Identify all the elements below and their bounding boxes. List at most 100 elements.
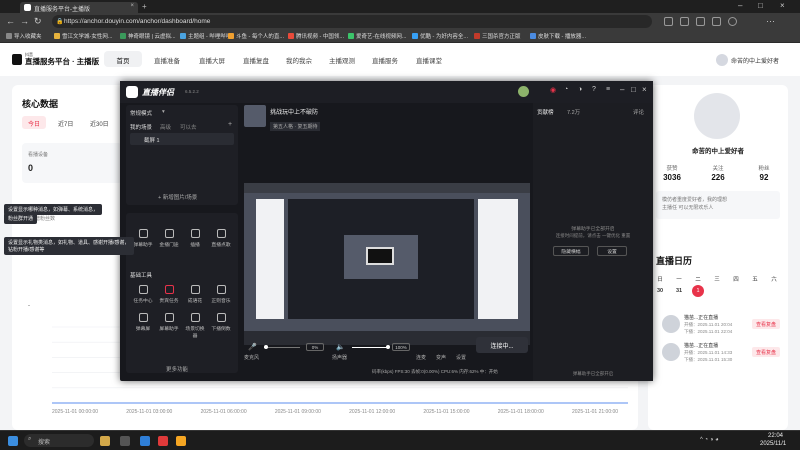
bookmark-item[interactable]: 雪江文学城-女性网... — [54, 32, 112, 40]
taskview-icon[interactable] — [120, 436, 130, 446]
nav-item[interactable]: 直播准备 — [154, 55, 180, 65]
tool-insert[interactable]: 插播 — [184, 229, 206, 248]
close-window-icon[interactable]: × — [780, 1, 785, 10]
minimize-icon[interactable]: – — [738, 1, 742, 10]
nav-item[interactable]: 直播课堂 — [416, 55, 442, 65]
profile-icon[interactable] — [728, 17, 737, 26]
collections-icon[interactable] — [696, 17, 705, 26]
tool-screen[interactable]: 弹幕屏 — [132, 313, 154, 332]
refresh-icon[interactable]: ↻ — [34, 16, 42, 27]
windows-start-icon[interactable] — [8, 436, 18, 446]
user-name[interactable]: 命苦的中上爱好者 — [731, 56, 779, 65]
extension-icon[interactable] — [664, 17, 673, 26]
mic-icon[interactable]: 🎤 — [248, 343, 257, 351]
notification-icon[interactable]: ◉ — [550, 86, 556, 94]
edge-icon[interactable] — [140, 436, 150, 446]
nav-item[interactable]: 直播复盘 — [243, 55, 269, 65]
more-tools-button[interactable]: 更多功能 — [166, 365, 188, 373]
back-icon[interactable]: ← — [6, 16, 15, 26]
tool-song[interactable]: 直播点歌 — [210, 229, 232, 248]
minimize-icon[interactable]: – — [620, 85, 624, 94]
hide-banner-button[interactable]: 隐藏横幅 — [553, 246, 589, 256]
scene-tab[interactable]: 可以去 — [180, 123, 197, 131]
chevron-down-icon[interactable]: ▾ — [162, 109, 165, 115]
voice-change-button[interactable]: 变声 — [436, 354, 446, 361]
stream-cover[interactable] — [244, 105, 266, 127]
filter-today[interactable]: 今日 — [22, 116, 47, 129]
bookmark-item[interactable]: 导入收藏夹 — [6, 32, 42, 40]
scene-tab[interactable]: 我的场景 — [130, 123, 152, 131]
mic-slider[interactable] — [264, 345, 300, 349]
nav-item[interactable]: 直播服务 — [372, 55, 398, 65]
comment-tab[interactable]: 评论 — [633, 108, 644, 116]
split-icon[interactable] — [712, 17, 721, 26]
speaker-percent[interactable]: 100% — [392, 343, 410, 351]
tool-music[interactable]: 正则音乐 — [210, 285, 232, 304]
tool-danmu[interactable]: 弹幕助手 — [132, 229, 154, 248]
skin-icon[interactable]: ◑ — [578, 86, 582, 93]
tool-assist[interactable]: 屏幕助手 — [158, 313, 180, 332]
widget-icon[interactable] — [100, 436, 110, 446]
nav-item[interactable]: 主播观测 — [329, 55, 355, 65]
mic-percent[interactable]: 0% — [306, 343, 324, 351]
new-tab-icon[interactable]: + — [142, 2, 147, 11]
maximize-icon[interactable]: □ — [631, 85, 636, 94]
browser-tab[interactable]: 直播服务平台-主播版 × — [20, 2, 138, 13]
favorites-icon[interactable] — [680, 17, 689, 26]
scene-item[interactable]: 截屏 1 — [130, 133, 234, 145]
metric-card[interactable]: 看播设备 0 — [22, 143, 122, 183]
settings-button[interactable]: 设置 — [456, 354, 466, 361]
tool-vip[interactable]: 贵宾任务 — [158, 285, 180, 304]
user-avatar[interactable] — [518, 86, 529, 97]
speaker-slider[interactable] — [352, 345, 390, 349]
scene-tab[interactable]: 高级 — [160, 123, 171, 131]
filter-7d[interactable]: 近7日 — [52, 116, 79, 129]
filter-30d[interactable]: 近30日 — [84, 116, 115, 129]
tool-scene-switch[interactable]: 场景切换器 — [184, 313, 206, 339]
maximize-icon[interactable]: □ — [758, 1, 763, 10]
connect-button[interactable]: 连麦 — [416, 354, 426, 361]
app-icon[interactable] — [158, 436, 168, 446]
bookmark-item[interactable]: 优酷 - 为好内容全... — [412, 32, 468, 40]
mode-select[interactable]: 常规模式 — [130, 109, 152, 117]
nav-item[interactable]: 直播大屏 — [199, 55, 225, 65]
url-input[interactable]: 🔒 https://anchor.douyin.com/anchor/dashb… — [52, 15, 652, 28]
rank-tab[interactable]: 贡献榜 — [537, 108, 554, 116]
menu-icon[interactable]: ≡ — [606, 86, 610, 93]
tool-countdown[interactable]: 下播倒数 — [210, 313, 232, 332]
add-scene-button[interactable]: + 新增图片/场景 — [158, 193, 197, 201]
bookmark-item[interactable]: 神奇眼镜 | 云虚拟... — [120, 32, 176, 40]
nav-item[interactable]: 我的我佘 — [286, 55, 312, 65]
add-icon[interactable]: + — [228, 121, 232, 128]
bookmark-item[interactable]: 爱奇艺-在线视频网... — [348, 32, 406, 40]
forward-icon[interactable]: → — [20, 16, 29, 26]
tool-task[interactable]: 任务中心 — [132, 285, 154, 304]
review-button[interactable]: 查看复盘 — [752, 319, 780, 329]
headset-icon[interactable]: ◔ — [564, 86, 568, 93]
clock-date[interactable]: 2025/11/1 — [760, 441, 786, 447]
clock-time[interactable]: 22:04 — [768, 433, 783, 439]
taskbar-search[interactable]: ⌕ 搜索 — [24, 434, 94, 447]
nav-home[interactable]: 首页 — [104, 51, 142, 67]
close-icon[interactable]: × — [642, 85, 647, 94]
calendar-day[interactable]: 31 — [673, 288, 685, 294]
tool-gate[interactable]: 金播门途 — [158, 229, 180, 248]
live-companion-icon[interactable] — [176, 436, 186, 446]
settings-button[interactable]: 设置 — [597, 246, 627, 256]
tool-idiom[interactable]: 成语花 — [184, 285, 206, 304]
system-tray[interactable]: ^ ◔ ◑ ◕ — [700, 437, 719, 443]
review-button[interactable]: 查看复盘 — [752, 347, 780, 357]
help-icon[interactable]: ? — [592, 86, 596, 93]
more-icon[interactable]: ··· — [766, 16, 775, 26]
bookmark-item[interactable]: 主题组 - 哔哩哔哩 — [180, 32, 231, 40]
calendar-day-selected[interactable]: 1 — [692, 285, 704, 297]
start-live-button[interactable]: 连接中... — [476, 337, 528, 353]
bookmark-item[interactable]: 腾讯视频 - 中国领... — [288, 32, 344, 40]
avatar[interactable] — [716, 54, 728, 66]
calendar-day[interactable]: 30 — [654, 288, 666, 294]
bookmark-item[interactable]: 斗鱼 - 每个人的直... — [228, 32, 284, 40]
stream-title[interactable]: 挑战玩中上不破防 — [270, 107, 318, 116]
bookmark-item[interactable]: 皮肤下载 - 播放器... — [530, 32, 586, 40]
speaker-icon[interactable]: 🔈 — [336, 343, 345, 351]
close-tab-icon[interactable]: × — [130, 3, 134, 9]
